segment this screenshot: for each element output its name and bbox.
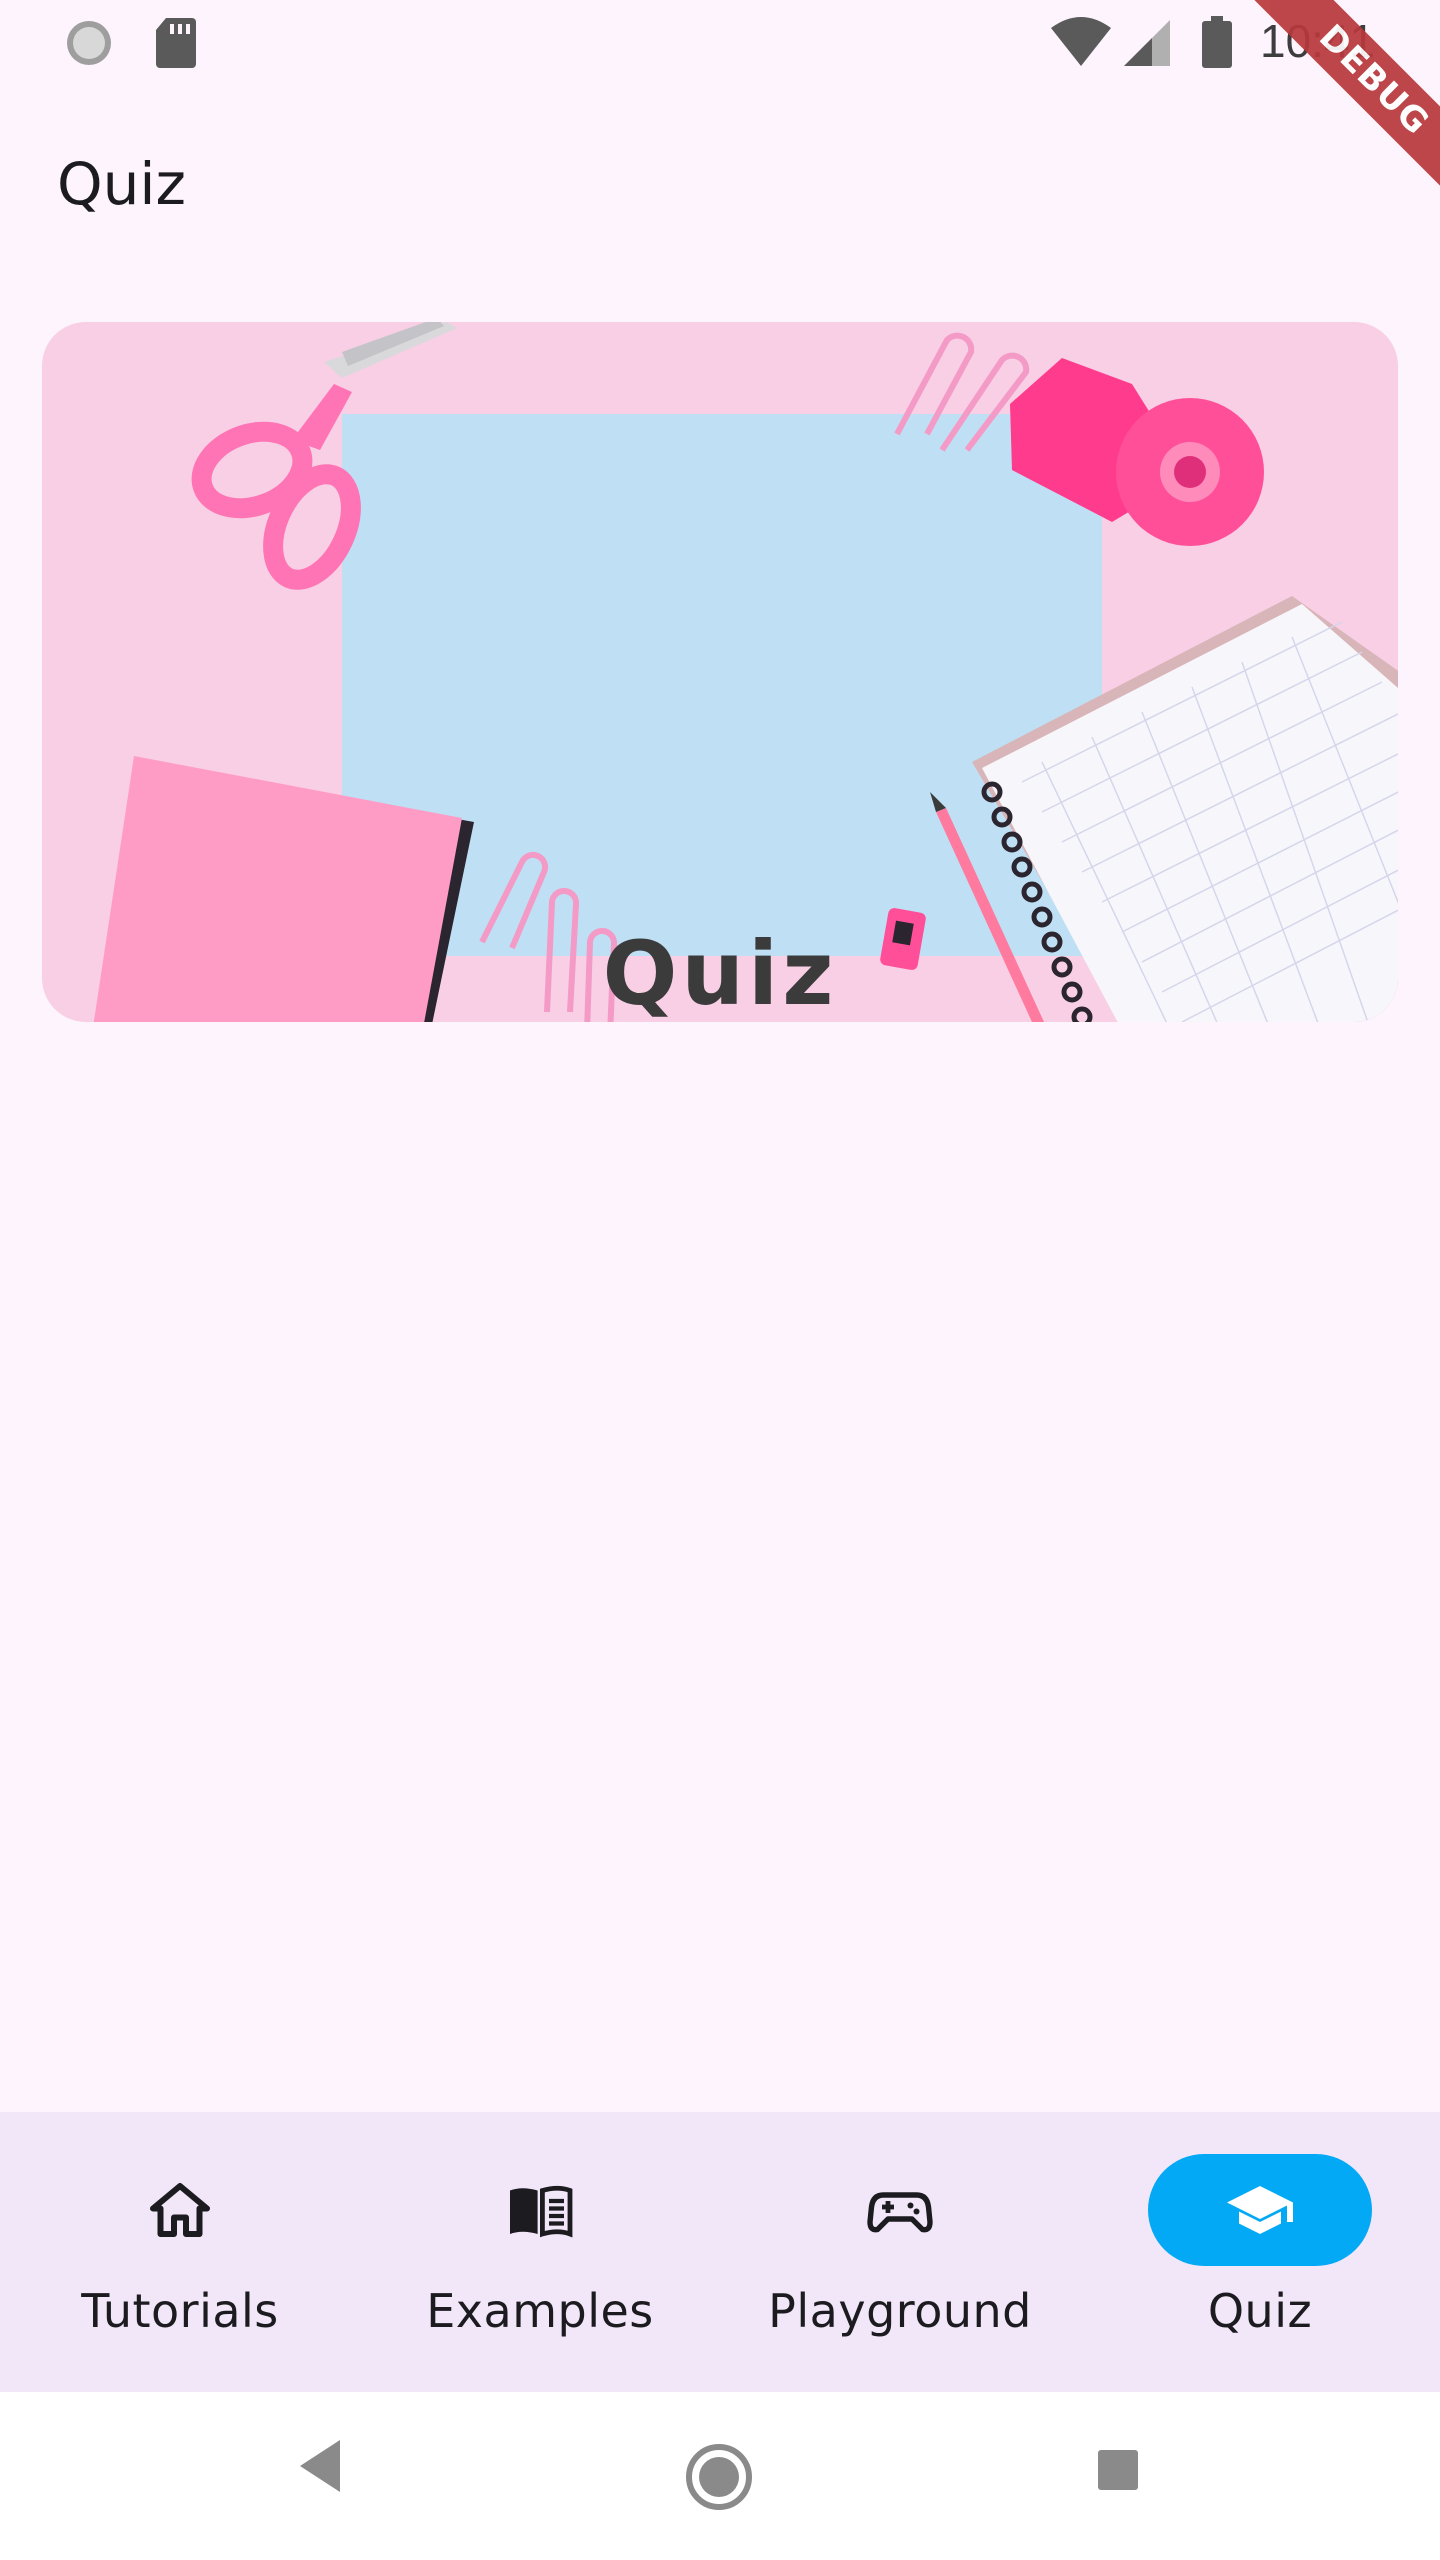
nav-item-quiz[interactable]: Quiz <box>1080 2112 1440 2392</box>
banner-illustration <box>93 322 1398 1022</box>
nav-item-playground[interactable]: Playground <box>720 2112 1080 2392</box>
bottom-navigation-bar: Tutorials Examples Playground Quiz <box>0 2112 1440 2392</box>
debug-banner: DEBUG <box>1200 0 1440 240</box>
sd-card-icon <box>156 18 196 68</box>
debug-label: DEBUG <box>1233 0 1440 221</box>
system-navigation-bar <box>0 2392 1440 2560</box>
loading-icon <box>67 21 111 65</box>
nav-item-tutorials[interactable]: Tutorials <box>0 2112 360 2392</box>
banner-title: Quiz <box>602 922 838 1022</box>
home-icon <box>150 2183 210 2237</box>
nav-indicator <box>428 2154 652 2266</box>
nav-indicator <box>68 2154 292 2266</box>
signal-icon <box>1124 20 1170 66</box>
page-title: Quiz <box>57 150 186 218</box>
gamepad-icon <box>867 2192 933 2233</box>
nav-label: Tutorials <box>81 2284 279 2338</box>
book-icon <box>510 2185 573 2238</box>
nav-label: Examples <box>426 2284 654 2338</box>
nav-indicator-active <box>1148 2154 1372 2266</box>
nav-label: Quiz <box>1207 2284 1313 2338</box>
wifi-icon <box>1051 17 1111 66</box>
nav-item-examples[interactable]: Examples <box>360 2112 720 2392</box>
nav-indicator <box>788 2154 1012 2266</box>
back-icon[interactable] <box>296 2436 342 2496</box>
home-circle-icon[interactable] <box>686 2444 752 2510</box>
quiz-banner-card[interactable]: Quiz <box>42 322 1398 1022</box>
nav-label: Playground <box>768 2284 1032 2338</box>
school-icon <box>1227 2186 1293 2234</box>
recents-icon[interactable] <box>1096 2448 1140 2492</box>
